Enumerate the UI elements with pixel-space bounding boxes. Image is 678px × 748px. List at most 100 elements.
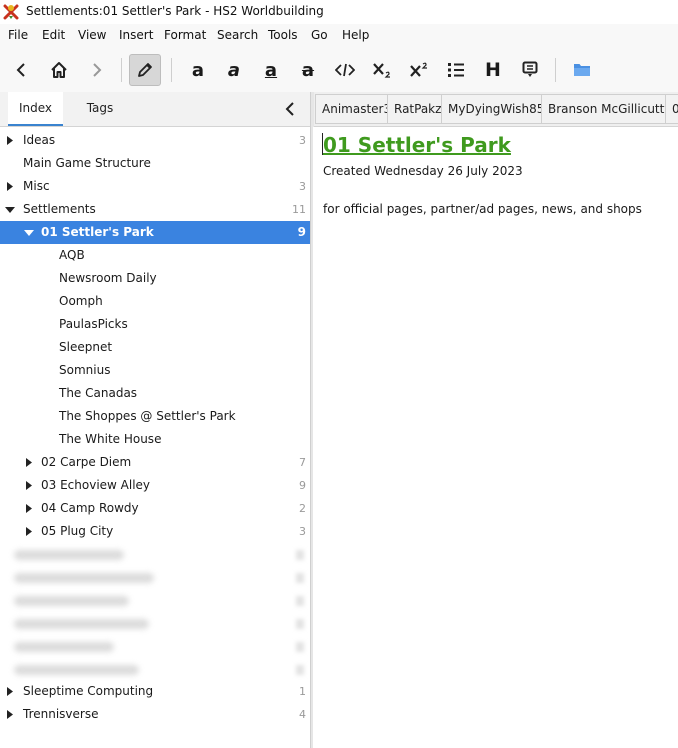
menu-file[interactable]: File bbox=[8, 28, 28, 42]
tree-item[interactable]: Ideas 3 bbox=[0, 129, 310, 152]
tab-index[interactable]: Index bbox=[8, 92, 63, 126]
page-tab[interactable]: RatPakz bbox=[387, 94, 449, 124]
zim-app-icon bbox=[3, 4, 19, 20]
redacted-item bbox=[14, 573, 154, 583]
tree-item[interactable]: Oomph bbox=[0, 290, 310, 313]
tree-item[interactable]: AQB bbox=[0, 244, 310, 267]
expander-collapsed-icon[interactable] bbox=[23, 520, 35, 543]
page-body-text[interactable]: for official pages, partner/ad pages, ne… bbox=[323, 202, 642, 216]
expander-collapsed-icon[interactable] bbox=[4, 680, 16, 703]
collapse-sidebar-icon[interactable] bbox=[282, 101, 300, 117]
tree-item[interactable]: 03 Echoview Alley 9 bbox=[0, 474, 310, 497]
tree-item-label: Main Game Structure bbox=[23, 156, 151, 170]
tree-item[interactable]: The Shoppes @ Settler's Park bbox=[0, 405, 310, 428]
page-tab[interactable]: Branson McGillicutty bbox=[541, 94, 678, 124]
tree-item[interactable]: Somnius bbox=[0, 359, 310, 382]
menu-insert[interactable]: Insert bbox=[119, 28, 153, 42]
menu-search[interactable]: Search bbox=[217, 28, 258, 42]
menu-tools[interactable]: Tools bbox=[268, 28, 298, 42]
page-tab[interactable]: MyDyingWish85 bbox=[441, 94, 552, 124]
created-date[interactable]: Created Wednesday 26 July 2023 bbox=[323, 164, 523, 178]
redacted-count bbox=[296, 596, 304, 606]
underline-button[interactable]: a bbox=[255, 54, 287, 86]
tree-item[interactable]: Sleepnet bbox=[0, 336, 310, 359]
tree-item[interactable]: 05 Plug City 3 bbox=[0, 520, 310, 543]
tree-item-selected[interactable]: 01 Settler's Park 9 bbox=[0, 221, 310, 244]
menu-bar: File Edit View Insert Format Search Tool… bbox=[0, 24, 678, 48]
page-tabs-bar: Animaster3 RatPakz MyDyingWish85 Branson… bbox=[313, 92, 678, 127]
back-icon bbox=[16, 63, 25, 77]
page-editor[interactable]: 01 Settler's Park Created Wednesday 26 J… bbox=[313, 127, 678, 748]
back-button[interactable] bbox=[6, 54, 38, 86]
tree-item[interactable]: 02 Carpe Diem 7 bbox=[0, 451, 310, 474]
tree-item[interactable]: 04 Camp Rowdy 2 bbox=[0, 497, 310, 520]
menu-go[interactable]: Go bbox=[311, 28, 328, 42]
tree-item-label: 04 Camp Rowdy bbox=[41, 501, 139, 515]
tree-item[interactable]: The Canadas bbox=[0, 382, 310, 405]
strikethrough-button[interactable]: a bbox=[292, 54, 324, 86]
expander-collapsed-icon[interactable] bbox=[23, 497, 35, 520]
bold-button[interactable]: a bbox=[182, 54, 214, 86]
title-bar: Settlements:01 Settler's Park - HS2 Worl… bbox=[0, 0, 678, 24]
underline-icon: a bbox=[264, 59, 278, 81]
strikethrough-icon: a bbox=[301, 59, 315, 81]
tree-item[interactable]: Settlements 11 bbox=[0, 198, 310, 221]
sidebar-tabs: Index Tags bbox=[0, 92, 310, 127]
expander-collapsed-icon[interactable] bbox=[4, 175, 16, 198]
tree-item-count: 9 bbox=[297, 225, 306, 239]
edit-mode-toggle[interactable] bbox=[129, 54, 161, 86]
redacted-item bbox=[14, 550, 124, 560]
page-tab[interactable]: Animaster3 bbox=[315, 94, 399, 124]
forward-button[interactable] bbox=[80, 54, 112, 86]
page-heading[interactable]: 01 Settler's Park bbox=[323, 133, 511, 157]
toolbar: a a a a H bbox=[0, 48, 678, 93]
expander-collapsed-icon[interactable] bbox=[4, 703, 16, 726]
code-button[interactable] bbox=[329, 54, 361, 86]
tree-item-count: 3 bbox=[299, 180, 306, 193]
tree-item[interactable]: The White House bbox=[0, 428, 310, 451]
menu-format[interactable]: Format bbox=[164, 28, 206, 42]
tree-item[interactable]: Sleeptime Computing 1 bbox=[0, 680, 310, 703]
tree-item-label: 05 Plug City bbox=[41, 524, 114, 538]
toolbar-separator bbox=[555, 58, 556, 82]
tree-item-count: 7 bbox=[299, 456, 306, 469]
tree-item-label: The Shoppes @ Settler's Park bbox=[59, 409, 236, 423]
tree-item-count: 3 bbox=[299, 525, 306, 538]
subscript-button[interactable] bbox=[366, 54, 398, 86]
tree-item-count: 9 bbox=[299, 479, 306, 492]
tree-item[interactable]: Trennisverse 4 bbox=[0, 703, 310, 726]
tree-item-label: Sleepnet bbox=[59, 340, 113, 354]
bulleted-list-button[interactable] bbox=[440, 54, 472, 86]
expander-expanded-icon[interactable] bbox=[4, 198, 16, 221]
bold-icon: a bbox=[191, 59, 205, 81]
italic-button[interactable]: a bbox=[218, 54, 250, 86]
menu-help[interactable]: Help bbox=[342, 28, 369, 42]
expander-expanded-icon[interactable] bbox=[23, 221, 35, 244]
tree-item-label: Settlements bbox=[23, 202, 96, 216]
page-tab[interactable]: 0 bbox=[665, 94, 678, 124]
tree-item-label: The White House bbox=[59, 432, 162, 446]
home-button[interactable] bbox=[43, 54, 75, 86]
redacted-count bbox=[296, 573, 304, 583]
tree-item-label: AQB bbox=[59, 248, 85, 262]
tree-item[interactable]: Misc 3 bbox=[0, 175, 310, 198]
tab-tags[interactable]: Tags bbox=[70, 92, 130, 126]
open-folder-button[interactable] bbox=[566, 54, 598, 86]
expander-collapsed-icon[interactable] bbox=[23, 451, 35, 474]
superscript-icon bbox=[410, 62, 427, 77]
tree-item[interactable]: Newsroom Daily bbox=[0, 267, 310, 290]
tree-item-label: PaulasPicks bbox=[59, 317, 128, 331]
tree-item[interactable]: PaulasPicks bbox=[0, 313, 310, 336]
tree-item-label: 03 Echoview Alley bbox=[41, 478, 151, 492]
heading-button[interactable]: H bbox=[477, 54, 509, 86]
window-title: Settlements:01 Settler's Park - HS2 Worl… bbox=[26, 4, 324, 18]
tree-item-label: Ideas bbox=[23, 133, 56, 147]
superscript-button[interactable] bbox=[403, 54, 435, 86]
tree-item[interactable]: Main Game Structure bbox=[0, 152, 310, 175]
toolbar-separator bbox=[171, 58, 172, 82]
insert-button[interactable] bbox=[514, 54, 546, 86]
expander-collapsed-icon[interactable] bbox=[23, 474, 35, 497]
expander-collapsed-icon[interactable] bbox=[4, 129, 16, 152]
menu-view[interactable]: View bbox=[78, 28, 106, 42]
menu-edit[interactable]: Edit bbox=[42, 28, 65, 42]
